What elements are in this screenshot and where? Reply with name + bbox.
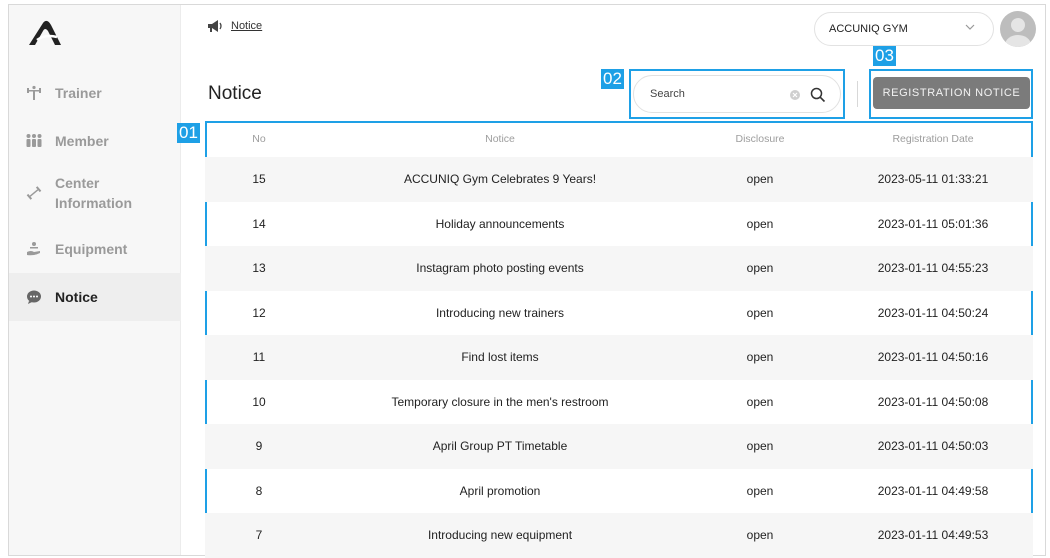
cell-disclosure: open <box>746 350 774 365</box>
column-header-no[interactable]: No <box>205 133 313 145</box>
page-title: Notice <box>208 83 262 104</box>
cell-notice: Introducing new trainers <box>435 305 565 320</box>
sidebar-item-label-line1: Center <box>55 175 100 191</box>
cell-date: 2023-05-11 01:33:21 <box>877 172 989 187</box>
column-header-notice[interactable]: Notice <box>313 133 687 145</box>
cell-no: 7 <box>255 528 263 543</box>
cell-no: 9 <box>255 439 263 454</box>
cell-date: 2023-01-11 04:50:03 <box>877 439 989 454</box>
cell-date: 2023-01-11 04:49:53 <box>877 528 989 543</box>
table-row[interactable]: 10 Temporary closure in the men's restro… <box>205 380 1033 425</box>
sidebar-item-equipment[interactable]: Equipment <box>9 233 181 265</box>
notice-table: No Notice Disclosure Registration Date 1… <box>205 121 1033 558</box>
table-header: No Notice Disclosure Registration Date <box>205 121 1033 157</box>
callout-badge-01: 01 <box>177 123 200 143</box>
logo-icon[interactable] <box>27 19 63 49</box>
cell-notice: Holiday announcements <box>435 216 565 231</box>
cell-no: 14 <box>252 216 266 231</box>
cell-date: 2023-01-11 04:49:58 <box>877 483 989 498</box>
cell-no: 12 <box>252 305 266 320</box>
app-window: Trainer Member Center Information Equipm… <box>8 4 1046 558</box>
sidebar-item-member[interactable]: Member <box>9 125 181 157</box>
cell-disclosure: open <box>746 172 774 187</box>
sidebar: Trainer Member Center Information Equipm… <box>9 5 181 555</box>
chevron-down-icon <box>965 24 975 30</box>
table-row[interactable]: 9 April Group PT Timetable open 2023-01-… <box>205 424 1033 469</box>
table-row[interactable]: 12 Introducing new trainers open 2023-01… <box>205 291 1033 336</box>
cell-disclosure: open <box>746 305 774 320</box>
megaphone-icon <box>208 20 222 32</box>
callout-badge-02: 02 <box>601 69 624 89</box>
cell-date: 2023-01-11 04:50:16 <box>877 350 989 365</box>
sidebar-item-label: Trainer <box>55 85 102 101</box>
sidebar-item-center-information[interactable]: Center Information <box>9 171 181 215</box>
cell-disclosure: open <box>746 261 774 276</box>
cell-disclosure: open <box>746 394 774 409</box>
column-header-registration-date[interactable]: Registration Date <box>833 133 1033 145</box>
callout-search-frame <box>629 69 845 119</box>
cell-no: 8 <box>255 483 263 498</box>
cell-disclosure: open <box>746 439 774 454</box>
sidebar-item-label: Equipment <box>55 241 128 257</box>
cell-disclosure: open <box>746 483 774 498</box>
cell-notice: Find lost items <box>461 350 539 365</box>
callout-badge-03: 03 <box>873 46 896 66</box>
cell-date: 2023-01-11 04:55:23 <box>877 261 989 276</box>
sidebar-item-label: Notice <box>55 289 98 305</box>
table-row[interactable]: 8 April promotion open 2023-01-11 04:49:… <box>205 469 1033 514</box>
breadcrumb-link[interactable]: Notice <box>231 20 262 32</box>
table-row[interactable]: 13 Instagram photo posting events open 2… <box>205 246 1033 291</box>
sidebar-item-label-line2: Information <box>55 195 132 211</box>
table-row[interactable]: 15 ACCUNIQ Gym Celebrates 9 Years! open … <box>205 157 1033 202</box>
cell-notice: Introducing new equipment <box>427 528 573 543</box>
callout-button-frame <box>869 69 1033 119</box>
cell-disclosure: open <box>746 216 774 231</box>
cell-date: 2023-01-11 05:01:36 <box>877 216 989 231</box>
table-row[interactable]: 11 Find lost items open 2023-01-11 04:50… <box>205 335 1033 380</box>
chat-bubble-icon <box>25 288 43 306</box>
cell-no: 15 <box>252 172 266 187</box>
cell-date: 2023-01-11 04:50:24 <box>877 305 989 320</box>
sidebar-item-trainer[interactable]: Trainer <box>9 77 181 109</box>
cell-no: 10 <box>252 394 266 409</box>
avatar[interactable] <box>1000 11 1036 47</box>
cell-no: 13 <box>252 261 266 276</box>
cell-notice: ACCUNIQ Gym Celebrates 9 Years! <box>403 172 597 187</box>
cell-no: 11 <box>252 350 266 365</box>
column-header-disclosure[interactable]: Disclosure <box>687 133 833 145</box>
user-icon <box>1005 18 1031 47</box>
cell-notice: Temporary closure in the men's restroom <box>391 394 609 409</box>
cell-notice: Instagram photo posting events <box>416 261 584 276</box>
gym-select-value: ACCUNIQ GYM <box>829 23 908 35</box>
weight-icon <box>25 184 43 202</box>
dumbbell-icon <box>25 84 43 102</box>
cell-date: 2023-01-11 04:50:08 <box>877 394 989 409</box>
sidebar-item-notice[interactable]: Notice <box>9 273 181 321</box>
sidebar-item-label: Center Information <box>55 173 132 213</box>
divider <box>857 81 858 107</box>
table-row[interactable]: 7 Introducing new equipment open 2023-01… <box>205 513 1033 558</box>
breadcrumb: Notice <box>207 19 262 33</box>
cell-notice: April promotion <box>459 483 541 498</box>
hand-service-icon <box>25 240 43 258</box>
sidebar-item-label: Member <box>55 133 109 149</box>
gym-select[interactable]: ACCUNIQ GYM <box>814 12 994 46</box>
table-row[interactable]: 14 Holiday announcements open 2023-01-11… <box>205 202 1033 247</box>
cell-disclosure: open <box>746 528 774 543</box>
cell-notice: April Group PT Timetable <box>432 439 568 454</box>
members-icon <box>25 132 43 150</box>
